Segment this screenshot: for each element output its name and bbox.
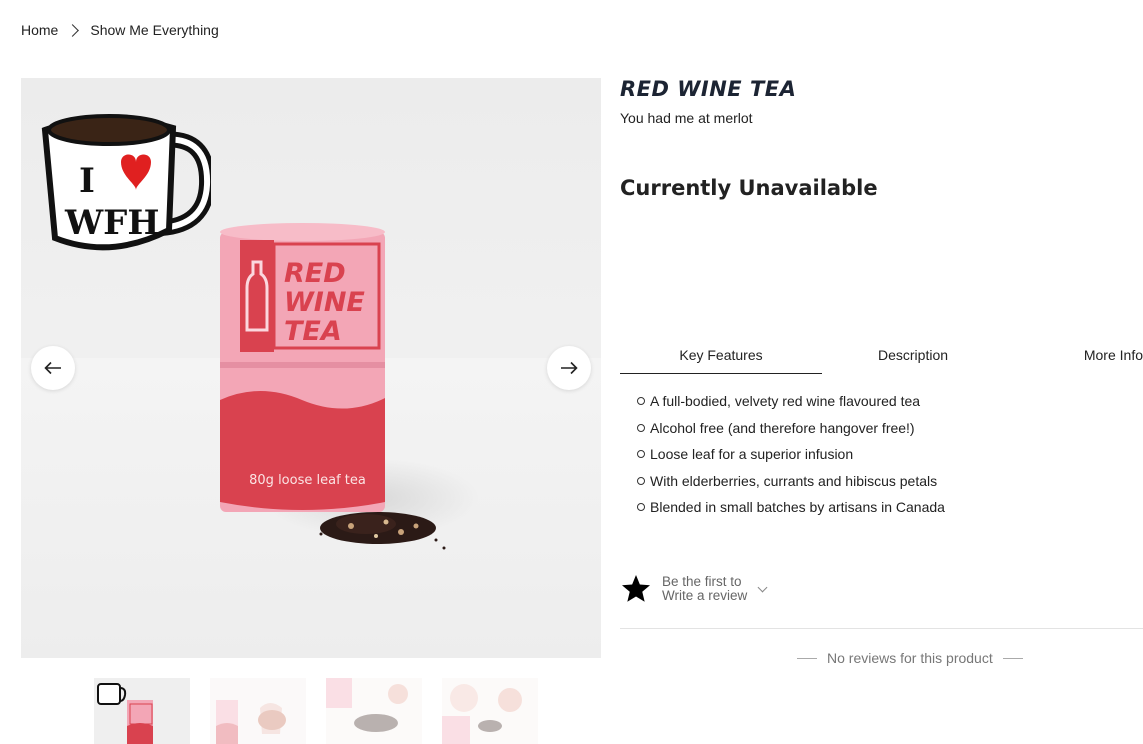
thumbnail-3-image xyxy=(326,678,422,744)
previous-image-button[interactable] xyxy=(31,346,75,390)
decorative-line-left xyxy=(797,657,817,659)
mug-text-wfh: WFH xyxy=(64,203,159,243)
breadcrumb-current-link[interactable]: Show Me Everything xyxy=(90,22,218,38)
thumbnail-3[interactable] xyxy=(326,678,422,744)
feature-item: Alcohol free (and therefore hangover fre… xyxy=(637,419,945,446)
product-image-gallery: I WFH RED WINE TEA 80g loose leaf tea xyxy=(21,78,601,658)
thumbnail-strip xyxy=(94,678,538,744)
thumbnail-1[interactable] xyxy=(94,678,190,744)
product-info-tabs: Key Features Description More Info xyxy=(620,339,1143,374)
feature-item: Loose leaf for a superior infusion xyxy=(637,445,945,472)
arrow-right-icon xyxy=(561,361,578,375)
key-features-list: A full-bodied, velvety red wine flavoure… xyxy=(637,392,945,525)
breadcrumb: Home Show Me Everything xyxy=(21,22,219,38)
tab-key-features[interactable]: Key Features xyxy=(620,339,822,374)
chevron-down-icon xyxy=(757,582,768,592)
arrow-left-icon xyxy=(44,361,61,375)
breadcrumb-home-link[interactable]: Home xyxy=(21,22,58,38)
reviews-divider xyxy=(620,628,1143,629)
package-word-3: TEA xyxy=(284,316,342,347)
write-review-toggle[interactable]: Be the first to Write a review xyxy=(620,573,768,605)
thumbnail-4[interactable] xyxy=(442,678,538,744)
chevron-right-icon xyxy=(66,23,80,37)
review-prompt-line-2: Write a review xyxy=(662,588,748,603)
product-tagline: You had me at merlot xyxy=(620,110,753,126)
no-reviews-message: No reviews for this product xyxy=(827,650,993,666)
product-title: RED WINE TEA xyxy=(620,77,797,101)
thumbnail-4-image xyxy=(442,678,538,744)
thumbnail-2[interactable] xyxy=(210,678,306,744)
tea-leaves-pile xyxy=(319,512,446,550)
decorative-line-right xyxy=(1002,657,1023,659)
star-icon xyxy=(622,575,650,602)
feature-item: Blended in small batches by artisans in … xyxy=(637,498,945,525)
package-word-2: WINE xyxy=(284,287,365,318)
package-word-1: RED xyxy=(284,258,346,289)
review-prompt-line-1: Be the first to xyxy=(662,574,742,589)
thumbnail-1-image xyxy=(94,678,190,744)
tab-more-info[interactable]: More Info xyxy=(1050,339,1143,374)
next-image-button[interactable] xyxy=(547,346,591,390)
no-reviews-notice: No reviews for this product xyxy=(797,650,1023,666)
tea-package: RED WINE TEA xyxy=(220,223,385,512)
mug-text-i: I xyxy=(79,161,95,201)
availability-status: Currently Unavailable xyxy=(620,176,878,200)
thumbnail-2-image xyxy=(210,678,306,744)
wfh-mug-sticker: I WFH xyxy=(41,114,211,251)
review-prompt: Be the first to Write a review xyxy=(662,575,747,603)
package-caption: 80g loose leaf tea xyxy=(249,473,366,488)
tab-description[interactable]: Description xyxy=(845,339,981,374)
feature-item: With elderberries, currants and hibiscus… xyxy=(637,472,945,499)
feature-item: A full-bodied, velvety red wine flavoure… xyxy=(637,392,945,419)
